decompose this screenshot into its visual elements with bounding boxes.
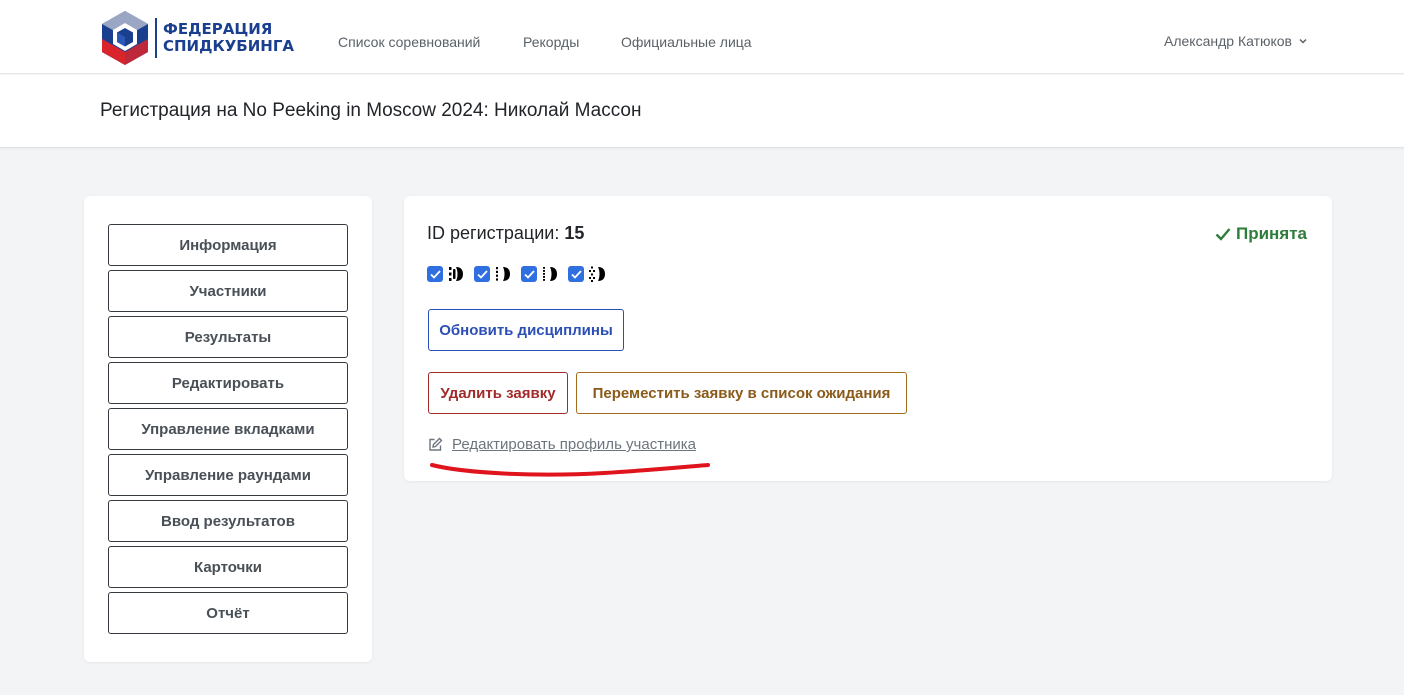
event-item[interactable] [521, 265, 559, 283]
user-menu[interactable]: Александр Катюков [1164, 33, 1307, 49]
event-3bld-icon [449, 267, 463, 281]
edit-profile-label: Редактировать профиль участника [452, 436, 696, 453]
logo-text: ФЕДЕРАЦИЯ СПИДКУБИНГА [163, 21, 294, 55]
move-to-waitlist-button[interactable]: Переместить заявку в список ожидания [576, 372, 907, 414]
logo-line-1: ФЕДЕРАЦИЯ [163, 20, 273, 38]
sidebar-item-manage-tabs[interactable]: Управление вкладками [108, 408, 348, 450]
sidebar-item-edit[interactable]: Редактировать [108, 362, 348, 404]
chevron-down-icon [1299, 38, 1307, 44]
federation-logo[interactable]: ФЕДЕРАЦИЯ СПИДКУБИНГА [99, 9, 299, 67]
red-underline-annotation [430, 463, 710, 477]
user-name: Александр Катюков [1164, 33, 1292, 49]
event-item[interactable] [568, 265, 606, 283]
event-checkbox[interactable] [521, 266, 537, 282]
sidebar-item-results[interactable]: Результаты [108, 316, 348, 358]
event-checkbox[interactable] [474, 266, 490, 282]
check-icon [1215, 228, 1231, 241]
update-events-button[interactable]: Обновить дисциплины [428, 309, 624, 351]
checkmark-icon [429, 269, 441, 279]
event-list [427, 265, 615, 283]
sidebar: Информация Участники Результаты Редактир… [84, 196, 372, 662]
event-5bld-icon [543, 267, 557, 281]
registration-id-label: ID регистрации: [427, 223, 560, 243]
sidebar-item-manage-rounds[interactable]: Управление раундами [108, 454, 348, 496]
event-4bld-icon [496, 267, 510, 281]
edit-profile-link[interactable]: Редактировать профиль участника [428, 436, 696, 453]
registration-card: ID регистрации: 15 Принята Обновить дисц… [404, 196, 1332, 481]
sidebar-item-scorecards[interactable]: Карточки [108, 546, 348, 588]
event-checkbox[interactable] [568, 266, 584, 282]
event-checkbox[interactable] [427, 266, 443, 282]
sidebar-item-report[interactable]: Отчёт [108, 592, 348, 634]
edit-icon [429, 437, 443, 451]
cube-logo-icon [102, 11, 148, 65]
checkmark-icon [570, 269, 582, 279]
status-badge: Принята [1215, 224, 1307, 244]
nav-link-records[interactable]: Рекорды [523, 34, 579, 50]
event-item[interactable] [427, 265, 465, 283]
sidebar-item-info[interactable]: Информация [108, 224, 348, 266]
sidebar-item-participants[interactable]: Участники [108, 270, 348, 312]
logo-divider [155, 18, 157, 58]
checkmark-icon [523, 269, 535, 279]
top-navbar: ФЕДЕРАЦИЯ СПИДКУБИНГА Список соревновани… [0, 0, 1404, 74]
event-item[interactable] [474, 265, 512, 283]
checkmark-icon [476, 269, 488, 279]
registration-id: ID регистрации: 15 [427, 223, 584, 244]
page-title: Регистрация на No Peeking in Moscow 2024… [100, 100, 642, 121]
nav-link-officials[interactable]: Официальные лица [621, 34, 752, 50]
event-multibld-icon [589, 266, 605, 282]
registration-id-value: 15 [564, 223, 585, 243]
status-text: Принята [1235, 224, 1307, 243]
sidebar-item-enter-results[interactable]: Ввод результатов [108, 500, 348, 542]
delete-registration-button[interactable]: Удалить заявку [428, 372, 568, 414]
nav-link-competitions[interactable]: Список соревнований [338, 34, 480, 50]
logo-line-2: СПИДКУБИНГА [163, 37, 295, 55]
